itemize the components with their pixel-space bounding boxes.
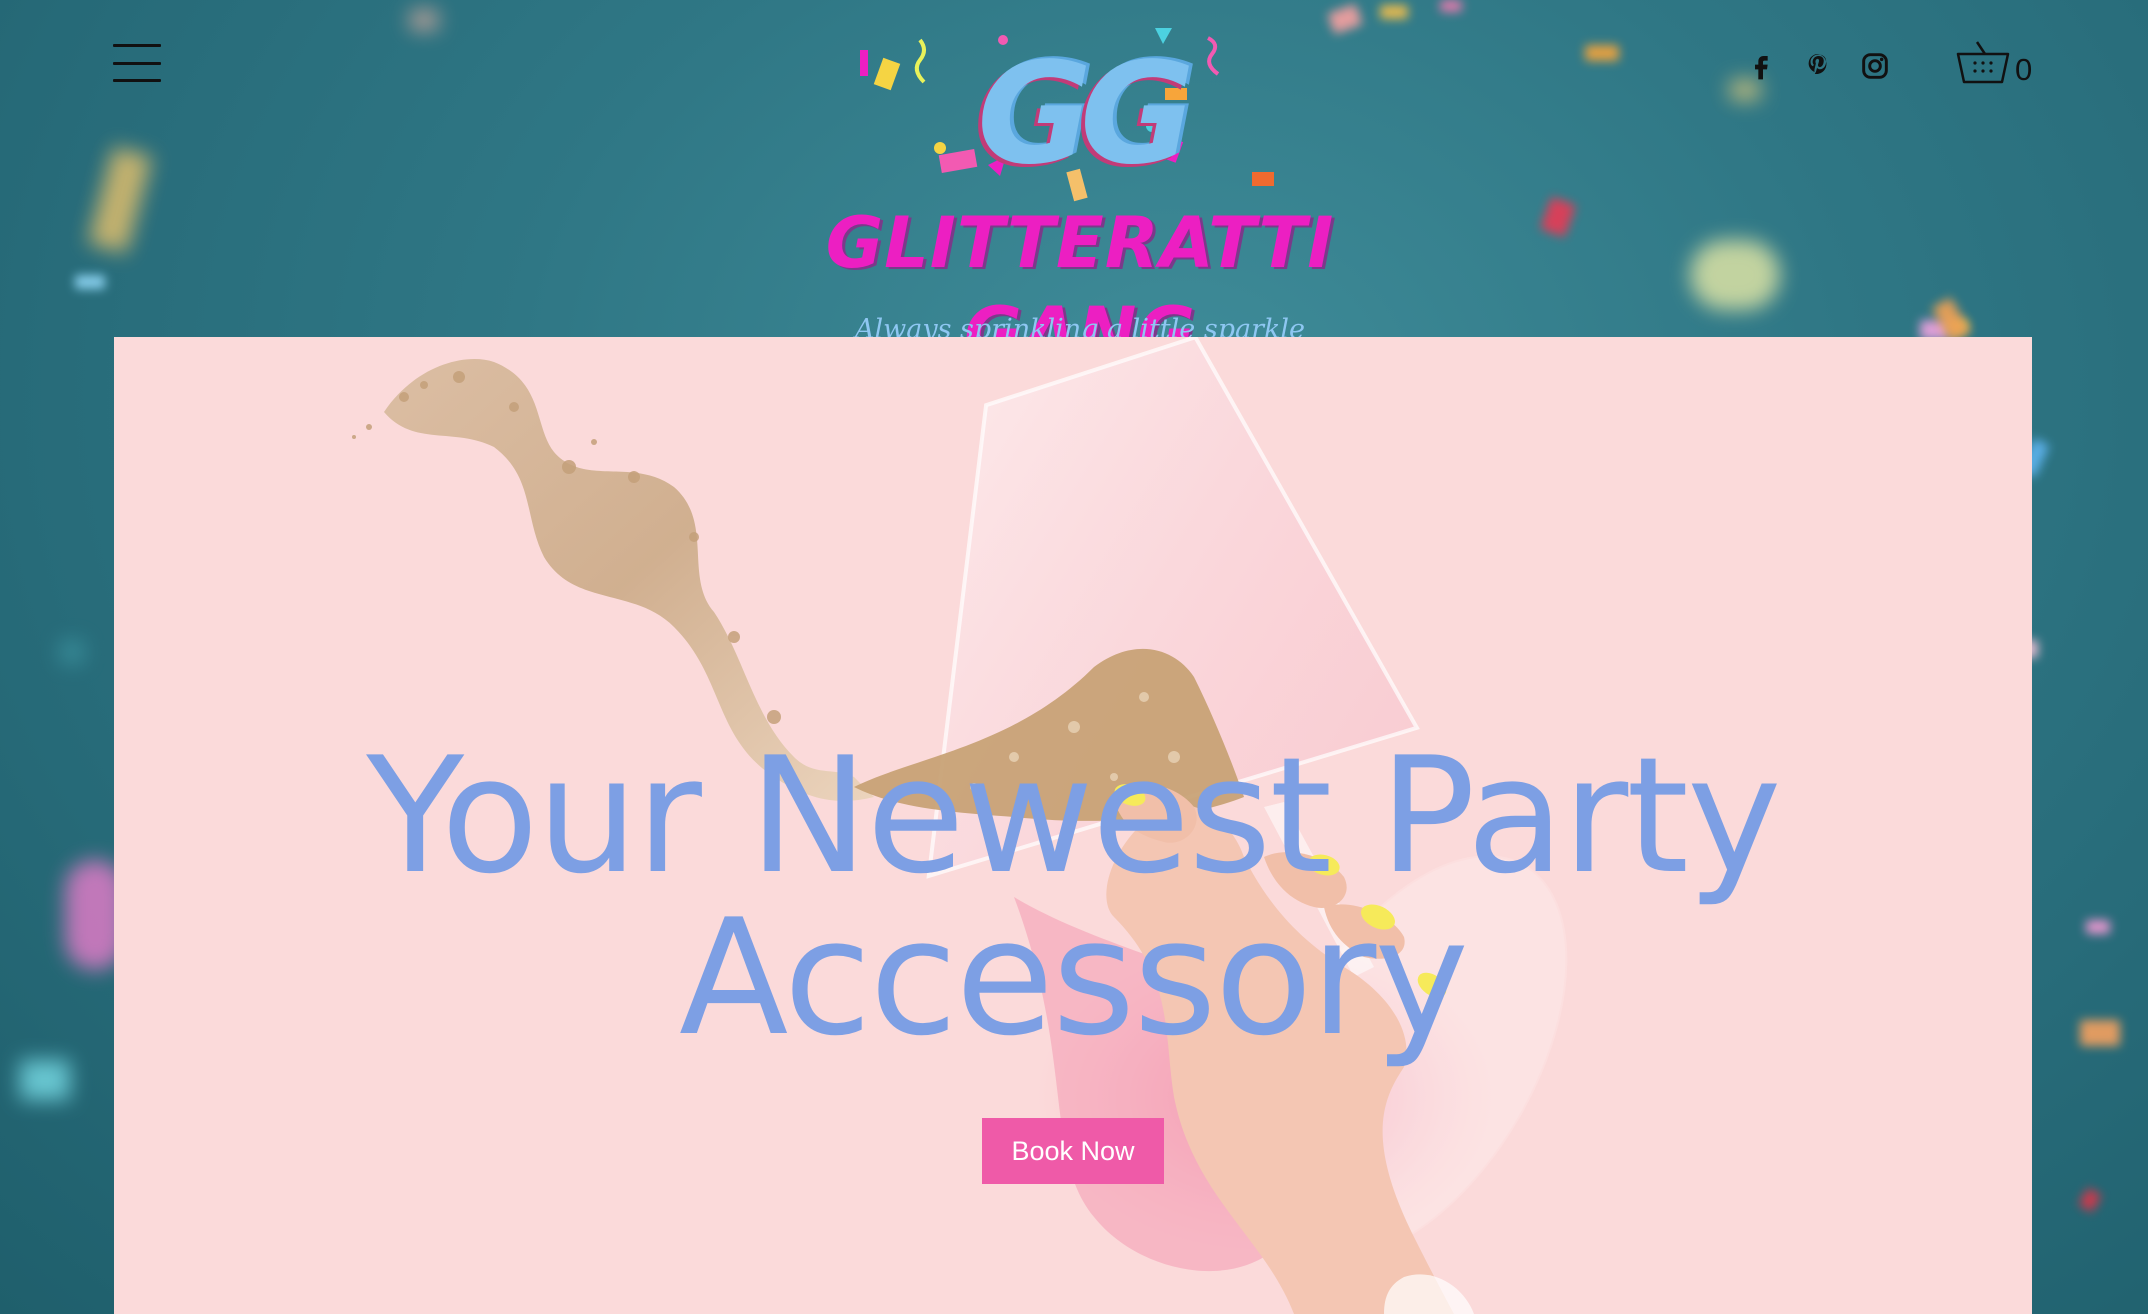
logo-name: GLITTERATTI GANG — [825, 202, 1335, 374]
book-now-button[interactable]: Book Now — [982, 1118, 1164, 1184]
pinterest-icon[interactable] — [1802, 50, 1834, 82]
cart-count: 0 — [2015, 52, 2033, 87]
social-bar — [1745, 50, 1891, 82]
hero-section: Your Newest Party Accessory Book Now — [114, 337, 2032, 1314]
menu-line — [113, 44, 161, 47]
hero-headline-line2: Accessory — [678, 884, 1469, 1071]
cart-button[interactable]: 0 — [1955, 38, 2032, 88]
menu-line — [113, 79, 161, 82]
hero-headline: Your Newest Party Accessory — [114, 735, 2032, 1059]
basket-icon — [1956, 41, 2010, 84]
logo-monogram: GG — [977, 33, 1195, 196]
menu-line — [113, 61, 161, 65]
facebook-icon[interactable] — [1745, 50, 1777, 82]
hero-headline-line1: Your Newest Party — [366, 722, 1781, 909]
site-logo[interactable]: GG GLITTERATTI GANG Always sprinkling a … — [760, 20, 1400, 374]
instagram-icon[interactable] — [1859, 50, 1891, 82]
hamburger-menu-icon[interactable] — [113, 44, 161, 82]
